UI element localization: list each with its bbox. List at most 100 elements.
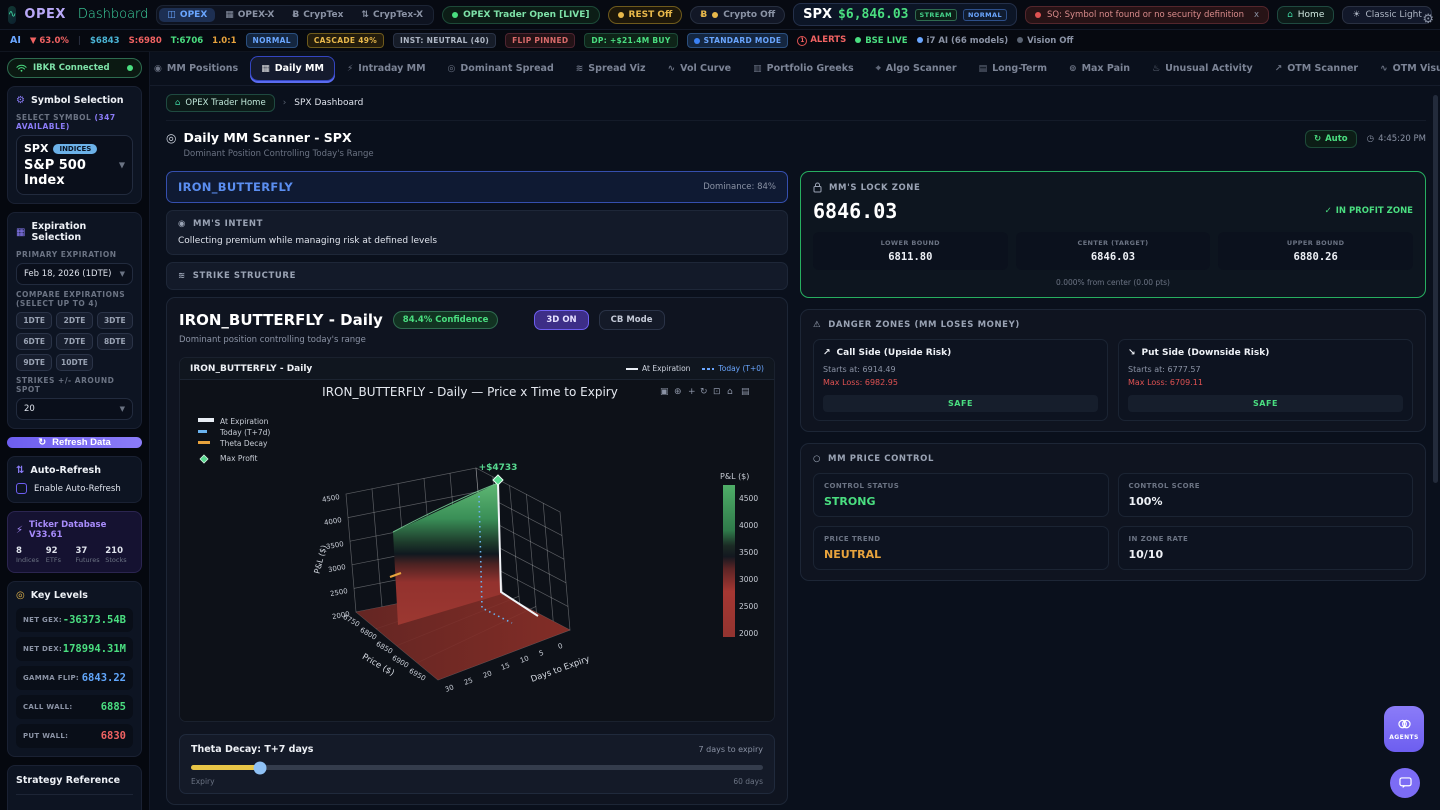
camera-icon[interactable]: ▣ <box>660 387 669 397</box>
dte-option-8dte[interactable]: 8DTE <box>97 333 133 350</box>
slider-handle[interactable] <box>253 761 266 774</box>
nav-opex-x[interactable]: ▦OPEX-X <box>217 8 282 22</box>
tab-dominant-spread[interactable]: ◎Dominant Spread <box>438 57 564 80</box>
refresh-data-button[interactable]: ↻Refresh Data <box>7 437 142 448</box>
arrows-icon: ⇅ <box>361 10 369 20</box>
stat-value: 92 <box>46 546 74 556</box>
dte-option-1dte[interactable]: 1DTE <box>16 312 52 329</box>
auto-refresh-badge[interactable]: ↻Auto <box>1305 130 1357 148</box>
scanner-target-icon: ◎ <box>166 131 176 145</box>
building-icon: ▦ <box>225 10 234 20</box>
tab-otm-scanner[interactable]: ↗OTM Scanner <box>1265 57 1368 80</box>
tab-otm-visualizer[interactable]: ∿OTM Visualizer <box>1370 57 1440 80</box>
tab-mm-positions[interactable]: ◉MM Positions <box>150 57 248 80</box>
primary-expiration-select[interactable]: Feb 18, 2026 (1DTE)▼ <box>16 263 133 285</box>
close-icon[interactable]: x <box>1254 10 1259 20</box>
tab-vol-curve[interactable]: ∿Vol Curve <box>658 57 742 80</box>
pan-icon[interactable]: + <box>688 387 696 397</box>
breadcrumb: ⌂OPEX Trader Home › SPX Dashboard <box>166 92 1426 121</box>
stat-value: 210 <box>105 546 133 556</box>
select-symbol-label: SELECT SYMBOL (347 AVAILABLE) <box>16 113 133 131</box>
chart-card-title: IRON_BUTTERFLY - Daily <box>179 311 383 329</box>
chat-bubble-icon <box>1399 777 1412 789</box>
payoff-plot-panel: IRON_BUTTERFLY - Daily At Expiration Tod… <box>179 357 775 722</box>
tab-algo-scanner[interactable]: ⌖Algo Scanner <box>866 57 967 80</box>
auto-refresh-checkbox[interactable] <box>16 483 27 494</box>
nav-cryptex[interactable]: ɃCrypTex <box>284 8 351 22</box>
dte-option-7dte[interactable]: 7DTE <box>56 333 92 350</box>
tab-max-pain[interactable]: ⊚Max Pain <box>1059 57 1140 80</box>
price-tick: 6750 <box>342 613 361 629</box>
ibkr-connection-pill: IBKR Connected <box>7 58 142 78</box>
zoom-icon[interactable]: ⊕ <box>674 387 682 397</box>
rest-toggle[interactable]: REST Off <box>608 6 683 24</box>
save-icon[interactable]: ▤ <box>741 387 750 397</box>
intent-title: MM'S INTENT <box>193 219 263 229</box>
reset-axes-icon[interactable]: ⊡ <box>713 387 721 397</box>
cascade-badge[interactable]: CASCADE 49% <box>307 33 384 48</box>
control-status-box: CONTROL STATUSSTRONG <box>813 473 1109 517</box>
dte-option-9dte[interactable]: 9DTE <box>16 354 52 371</box>
nav-cryptex-x[interactable]: ⇅CrypTex-X <box>353 8 431 22</box>
dte-option-2dte[interactable]: 2DTE <box>56 312 92 329</box>
tab-unusual-activity[interactable]: ♨Unusual Activity <box>1142 57 1263 80</box>
dte-options: 1DTE 2DTE 3DTE 6DTE 7DTE 8DTE 9DTE 10DTE <box>16 312 133 371</box>
profit-zone-status: ✓IN PROFIT ZONE <box>1325 206 1413 216</box>
key-level-row: GAMMA FLIP:6843.22 <box>16 666 133 690</box>
strikes-select[interactable]: 20▼ <box>16 398 133 420</box>
theme-classic-light-button[interactable]: ☀Classic Light <box>1342 6 1432 24</box>
agents-button[interactable]: AGENTS <box>1384 706 1424 752</box>
theme-label: Classic Light <box>1365 10 1421 20</box>
flip-pinned-badge[interactable]: FLIP PINNED <box>505 33 575 48</box>
dte-option-6dte[interactable]: 6DTE <box>16 333 52 350</box>
confidence-badge: 84.4% Confidence <box>393 311 499 329</box>
gear-icon[interactable]: ⚙ <box>1422 12 1434 27</box>
alert-count-icon: 1 <box>797 36 807 46</box>
days-tick: 25 <box>463 676 474 687</box>
stat-label: ETFs <box>46 556 74 564</box>
plot-area[interactable]: IRON_BUTTERFLY - Daily — Price x Time to… <box>180 380 774 721</box>
zone-title: Call Side (Upside Risk) <box>837 348 952 358</box>
bse-label: BSE LIVE <box>865 36 907 46</box>
tab-label: Long-Term <box>992 63 1047 74</box>
tab-intraday-mm[interactable]: ⚡Intraday MM <box>337 57 436 80</box>
tab-label: Spread Viz <box>588 63 645 74</box>
standard-mode-badge[interactable]: STANDARD MODE <box>687 33 789 48</box>
tab-label: Algo Scanner <box>886 63 957 74</box>
chevron-down-icon: ▼ <box>120 405 125 413</box>
tab-portfolio-greeks[interactable]: ▥Portfolio Greeks <box>743 57 864 80</box>
home-view-icon[interactable]: ⌂ <box>727 387 733 397</box>
chat-button[interactable] <box>1390 768 1420 798</box>
vision-indicator[interactable]: Vision Off <box>1017 36 1073 46</box>
breadcrumb-home-button[interactable]: ⌂OPEX Trader Home <box>166 94 275 112</box>
theta-decay-slider[interactable] <box>191 765 763 770</box>
inst-badge[interactable]: INST: NEUTRAL (40) <box>393 33 496 48</box>
put-side-status-badge: SAFE <box>1128 395 1403 412</box>
dominant-strategy-banner[interactable]: IRON_BUTTERFLY Dominance: 84% <box>166 171 788 203</box>
ticker-database-card: ⚡Ticker Database V33.61 8Indices 92ETFs … <box>7 511 142 573</box>
symbol-select[interactable]: SPX INDICES S&P 500 Index ▼ <box>16 135 133 195</box>
colorbar-ticks: 4500 4000 3500 3000 2500 2000 <box>739 494 758 638</box>
dominance-value: Dominance: 84% <box>703 182 776 192</box>
dark-pool-badge[interactable]: DP: +$21.4M BUY <box>584 33 677 48</box>
crypto-toggle[interactable]: ɃCrypto Off <box>690 6 785 24</box>
3d-toggle-button[interactable]: 3D ON <box>534 310 588 330</box>
tab-long-term[interactable]: ▤Long-Term <box>969 57 1057 80</box>
tab-daily-mm[interactable]: ▦Daily MM <box>250 56 335 81</box>
divider: | <box>78 36 81 46</box>
trader-status-pill[interactable]: OPEX Trader Open [LIVE] <box>442 6 599 24</box>
zone-title: Put Side (Downside Risk) <box>1142 348 1270 358</box>
page-scrollbar[interactable] <box>1433 95 1438 483</box>
normal-mode-badge[interactable]: NORMAL <box>246 33 298 48</box>
orbit-icon[interactable]: ↻ <box>700 387 708 397</box>
nav-opex[interactable]: ◫OPEX <box>159 8 215 22</box>
status-dot <box>618 12 624 18</box>
cb-mode-button[interactable]: CB Mode <box>599 310 665 330</box>
alerts-indicator[interactable]: 1ALERTS <box>797 35 846 46</box>
tab-spread-viz[interactable]: ≋Spread Viz <box>566 57 656 80</box>
expiration-section-title: Expiration Selection <box>31 221 133 243</box>
home-button[interactable]: ⌂Home <box>1277 6 1334 24</box>
dte-option-10dte[interactable]: 10DTE <box>56 354 92 371</box>
dte-option-3dte[interactable]: 3DTE <box>97 312 133 329</box>
lock-icon <box>813 182 822 193</box>
